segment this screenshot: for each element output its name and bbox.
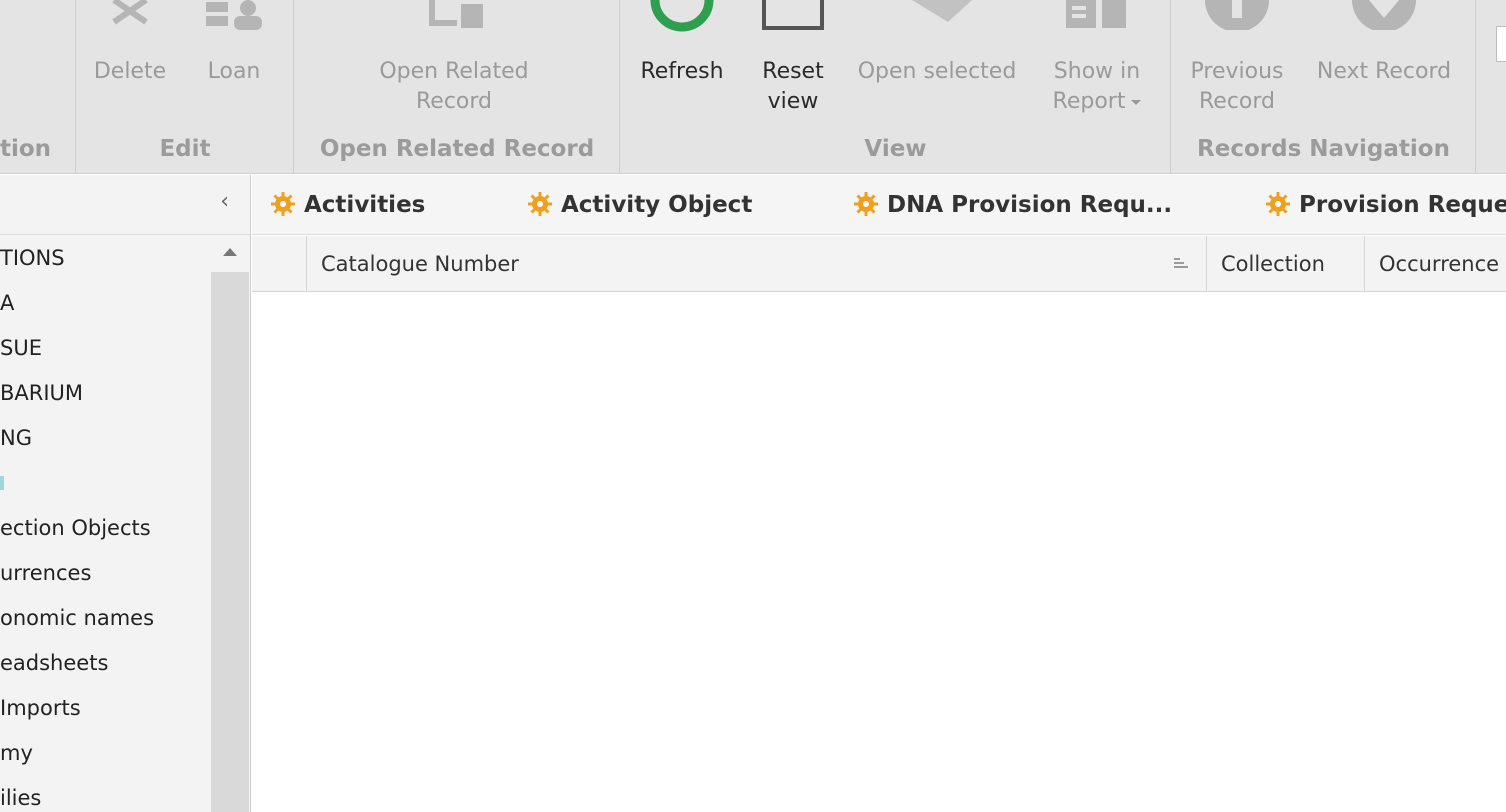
nav-item[interactable]: NG <box>0 416 211 461</box>
previous-record-button[interactable]: Previous Record <box>1179 0 1295 128</box>
delete-button[interactable]: Delete <box>84 0 176 128</box>
collapse-pane-chevron-left-icon[interactable]: ‹ <box>220 189 229 214</box>
nav-item[interactable] <box>0 461 211 506</box>
open-related-record-button[interactable]: Open Related Record <box>354 0 554 128</box>
loan-icon <box>206 0 262 30</box>
open-related-icon <box>429 0 483 28</box>
navigation-pane-header: ‹ <box>0 175 250 235</box>
tab-strip: Activities Activity Object DNA Provision… <box>252 175 1506 235</box>
navigation-list: TIONS A SUE BARIUM NG ection Objects urr… <box>0 236 211 812</box>
reset-view-icon <box>762 0 824 30</box>
nav-item[interactable]: ilies <box>0 776 211 812</box>
ribbon: tion Delete Loan Edit Open Related Recor… <box>0 0 1506 174</box>
tab-dna-provision-request[interactable]: DNA Provision Requ... <box>853 175 1172 234</box>
previous-record-icon <box>1205 0 1269 30</box>
column-header-collection[interactable]: Collection <box>1207 236 1365 291</box>
ribbon-search-input-partial[interactable] <box>1496 26 1506 62</box>
column-header-occurrence[interactable]: Occurrence <box>1365 236 1506 291</box>
navigation-pane: ‹ TIONS A SUE BARIUM NG ection Objects u… <box>0 175 251 812</box>
ribbon-group-related: Open Related Record Open Related Record <box>294 0 620 173</box>
nav-item[interactable]: ection Objects <box>0 506 211 551</box>
gear-icon <box>1266 191 1290 216</box>
chevron-up-icon <box>223 248 237 256</box>
group-label: tion <box>0 136 52 162</box>
gear-icon <box>854 191 878 216</box>
open-selected-button[interactable]: Open selected <box>854 0 1020 128</box>
nav-item[interactable]: TIONS <box>0 236 211 281</box>
group-label: Records Navigation <box>1197 136 1450 162</box>
grid-body[interactable] <box>252 293 1506 812</box>
tab-activities[interactable]: Activities <box>270 175 425 234</box>
nav-item[interactable]: urrences <box>0 551 211 596</box>
nav-item[interactable]: BARIUM <box>0 371 211 416</box>
nav-item[interactable]: eadsheets <box>0 641 211 686</box>
nav-item[interactable]: SUE <box>0 326 211 371</box>
grid-header: Catalogue Number Collection Occurrence <box>252 236 1506 292</box>
report-icon <box>1066 0 1126 28</box>
nav-item-icon <box>0 476 4 490</box>
scroll-up-button[interactable] <box>211 236 249 272</box>
group-label: View <box>864 136 927 162</box>
loan-button[interactable]: Loan <box>194 0 274 128</box>
ribbon-group-view: Refresh Reset view Open selected Show in… <box>620 0 1171 173</box>
nav-item[interactable]: my <box>0 731 211 776</box>
ribbon-group-navigation: Previous Record Next Record Records Navi… <box>1171 0 1476 173</box>
open-selected-icon <box>912 0 972 22</box>
tab-activity-object[interactable]: Activity Object <box>527 175 752 234</box>
column-header-indicator[interactable] <box>252 236 307 291</box>
gear-icon <box>528 191 552 216</box>
nav-item[interactable]: onomic names <box>0 596 211 641</box>
gear-icon <box>271 191 295 216</box>
group-label: Open Related Record <box>319 136 595 162</box>
column-header-catalogue-number[interactable]: Catalogue Number <box>307 236 1207 291</box>
next-record-icon <box>1352 0 1416 30</box>
nav-item[interactable]: A <box>0 281 211 326</box>
ribbon-group-edit: Delete Loan Edit <box>76 0 294 173</box>
nav-scrollbar[interactable] <box>211 236 249 812</box>
sort-icon <box>1174 258 1188 270</box>
reset-view-button[interactable]: Reset view <box>748 0 838 128</box>
show-in-report-button[interactable]: Show in Report <box>1038 0 1156 128</box>
delete-icon <box>112 0 148 25</box>
nav-item[interactable]: Imports <box>0 686 211 731</box>
tab-provision-request[interactable]: Provision Reque <box>1265 175 1506 234</box>
group-label: Edit <box>159 136 211 162</box>
next-record-button[interactable]: Next Record <box>1309 0 1459 128</box>
refresh-icon <box>650 0 714 32</box>
refresh-button[interactable]: Refresh <box>632 0 732 128</box>
ribbon-group-partial: tion <box>0 0 76 173</box>
chevron-down-icon <box>1131 99 1142 105</box>
